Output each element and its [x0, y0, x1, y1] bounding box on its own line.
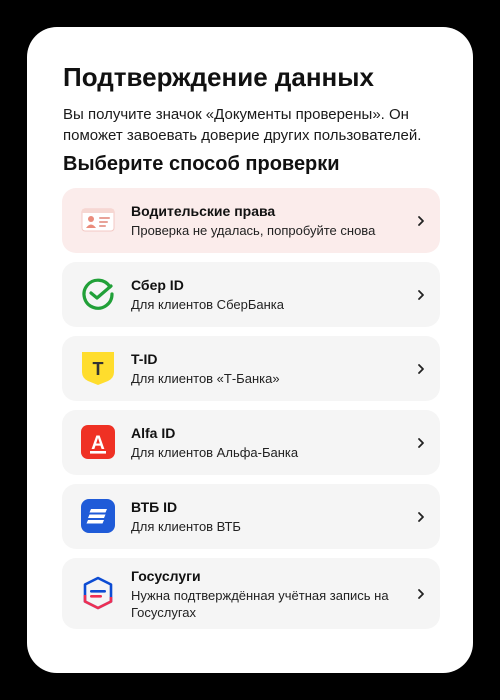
alfa-logo-icon: А: [80, 424, 116, 460]
option-t-id[interactable]: T T-ID Для клиентов «Т-Банка»: [62, 336, 440, 401]
tbank-logo-letter: T: [93, 359, 104, 379]
chevron-right-icon: [418, 290, 424, 300]
option-title: ВТБ ID: [131, 499, 178, 515]
option-title: Госуслуги: [131, 568, 201, 584]
option-title: T-ID: [131, 351, 158, 367]
option-vtb-id[interactable]: ВТБ ID Для клиентов ВТБ: [62, 484, 440, 549]
option-subtitle: Нужна подтверждённая учётная запись на Г…: [131, 588, 389, 620]
option-error-subtitle: Проверка не удалась, попробуйте снова: [131, 223, 376, 238]
chevron-right-icon: [418, 512, 424, 522]
chevron-right-icon: [418, 589, 424, 599]
alfa-logo-letter: А: [91, 433, 105, 454]
verification-card: Подтверждение данных Вы получите значок …: [27, 27, 473, 673]
option-subtitle: Для клиентов «Т-Банка»: [131, 371, 280, 386]
tbank-logo-icon: T: [80, 350, 116, 386]
vtb-logo-icon: [80, 498, 116, 534]
option-gosuslugi[interactable]: Госуслуги Нужна подтверждённая учётная з…: [62, 558, 440, 629]
option-driver-license[interactable]: Водительские права Проверка не удалась, …: [62, 188, 440, 253]
option-title: Сбер ID: [131, 277, 184, 293]
gosuslugi-logo-icon: [80, 575, 116, 611]
option-alfa-id[interactable]: А Alfa ID Для клиентов Альфа-Банка: [62, 410, 440, 475]
option-sber-id[interactable]: Сбер ID Для клиентов СберБанка: [62, 262, 440, 327]
driver-license-icon: [80, 202, 116, 238]
chevron-right-icon: [418, 438, 424, 448]
page-title: Подтверждение данных: [63, 62, 374, 92]
option-subtitle: Для клиентов ВТБ: [131, 519, 241, 534]
section-title: Выберите способ проверки: [63, 153, 340, 175]
option-title: Alfa ID: [131, 425, 176, 441]
chevron-right-icon: [418, 364, 424, 374]
option-subtitle: Для клиентов Альфа-Банка: [131, 445, 299, 460]
option-title: Водительские права: [131, 203, 276, 219]
sber-logo-icon: [80, 276, 116, 312]
chevron-right-icon: [418, 216, 424, 226]
page-description: Вы получите значок «Документы проверены»…: [63, 106, 422, 144]
option-subtitle: Для клиентов СберБанка: [131, 297, 284, 312]
